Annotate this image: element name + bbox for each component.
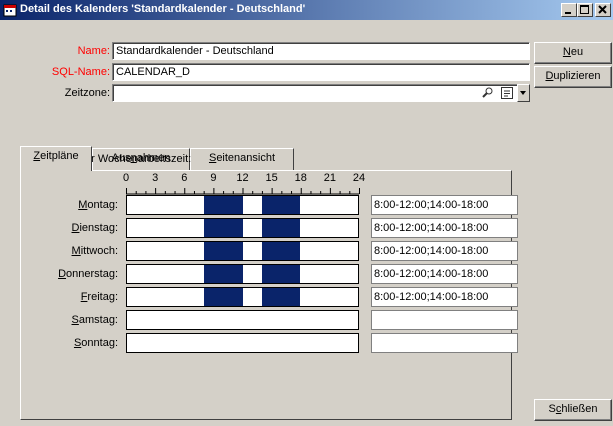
working-hours-block[interactable] <box>261 242 301 260</box>
ruler-hour-label: 21 <box>323 172 336 184</box>
working-hours-block[interactable] <box>261 219 301 237</box>
day-label: Sonntag: <box>48 336 118 350</box>
day-label: Samstag: <box>48 313 118 327</box>
day-label-text: onntag: <box>81 337 118 349</box>
close-icon <box>598 5 607 14</box>
working-hours-block[interactable] <box>204 288 243 306</box>
day-time-field[interactable]: 8:00-12:00;14:00-18:00 <box>371 287 518 307</box>
working-hours-block[interactable] <box>261 288 301 306</box>
day-time-field[interactable]: 8:00-12:00;14:00-18:00 <box>371 241 518 261</box>
day-label: Montag: <box>48 198 118 212</box>
minimize-icon <box>565 12 571 14</box>
tab-page-view[interactable]: Seitenansicht <box>190 148 294 170</box>
day-label-mnemonic: D <box>58 268 67 280</box>
working-hours-block[interactable] <box>261 265 301 283</box>
day-label-text: ienstag: <box>79 222 118 234</box>
timezone-label: Zeitzone: <box>64 87 110 99</box>
ruler-hour-label: 12 <box>236 172 249 184</box>
working-hours-block[interactable] <box>204 219 243 237</box>
ruler-hour-label: 9 <box>210 172 217 184</box>
day-label-text: ittwoch: <box>80 245 118 257</box>
new-button-mnemonic: N <box>562 46 571 58</box>
ruler-hour-label: 18 <box>294 172 307 184</box>
tab-schedules-label: eitpläne <box>40 150 79 162</box>
close-window-button[interactable] <box>595 3 611 17</box>
ruler-hour-label: 15 <box>265 172 278 184</box>
day-time-field[interactable] <box>371 333 518 353</box>
working-hours-block[interactable] <box>204 196 243 214</box>
detail-button[interactable] <box>500 86 514 100</box>
zoom-button[interactable] <box>481 86 495 100</box>
name-label: Name: <box>77 45 110 57</box>
sql-name-field[interactable]: CALENDAR_D <box>112 63 530 81</box>
magnifier-icon <box>482 87 493 98</box>
minimize-button[interactable] <box>561 3 577 17</box>
day-schedule-bar[interactable] <box>126 310 359 330</box>
day-time-field[interactable]: 8:00-12:00;14:00-18:00 <box>371 264 518 284</box>
day-label: Dienstag: <box>48 221 118 235</box>
working-hours-block[interactable] <box>204 242 243 260</box>
maximize-button[interactable] <box>577 3 593 17</box>
ruler-hour-label: 3 <box>152 172 159 184</box>
working-hours-block[interactable] <box>261 196 301 214</box>
day-schedule-bar[interactable] <box>126 241 359 261</box>
sql-name-value: CALENDAR_D <box>116 66 190 78</box>
day-label: Freitag: <box>48 290 118 304</box>
list-detail-icon <box>501 87 513 99</box>
close-button-label: hließen <box>561 403 598 415</box>
day-time-field[interactable]: 8:00-12:00;14:00-18:00 <box>371 195 518 215</box>
day-label-mnemonic: M <box>71 245 81 257</box>
day-time-field[interactable]: 8:00-12:00;14:00-18:00 <box>371 218 518 238</box>
name-value: Standardkalender - Deutschland <box>116 45 274 57</box>
ruler-hour-label: 24 <box>352 172 366 184</box>
sql-name-label: SQL-Name: <box>51 66 110 78</box>
day-label: Donnerstag: <box>48 267 118 281</box>
chevron-down-icon <box>520 91 526 95</box>
day-label-text: amstag: <box>78 314 118 326</box>
new-button-label: eu <box>570 46 584 58</box>
day-time-field[interactable] <box>371 310 518 330</box>
calendar-app-icon <box>3 4 17 17</box>
day-label-text: ontag: <box>87 199 118 211</box>
duplicate-button[interactable]: Duplizieren <box>534 66 612 88</box>
tab-schedules[interactable]: Zeitpläne <box>20 146 92 171</box>
duplicate-button-label: uplizieren <box>553 70 601 82</box>
timezone-field[interactable] <box>112 84 518 102</box>
close-button[interactable]: Schließen <box>534 399 612 421</box>
ruler-hour-label: 0 <box>122 172 130 184</box>
day-label-mnemonic: S <box>71 314 79 326</box>
ruler-hour-label: 6 <box>181 172 188 184</box>
day-label-text: onnerstag: <box>66 268 118 280</box>
working-hours-block[interactable] <box>204 265 243 283</box>
day-schedule-bar[interactable] <box>126 333 359 353</box>
day-label: Mittwoch: <box>48 244 118 258</box>
tab-page-view-label: eitenansicht <box>216 152 276 164</box>
day-schedule-bar[interactable] <box>126 195 359 215</box>
window-title: Detail des Kalenders 'Standardkalender -… <box>20 3 306 15</box>
day-label-text: reitag: <box>87 291 118 303</box>
new-button[interactable]: Neu <box>534 42 612 64</box>
close-button-prefix: S <box>548 403 556 415</box>
day-schedule-bar[interactable] <box>126 218 359 238</box>
day-schedule-bar[interactable] <box>126 264 359 284</box>
title-bar[interactable]: Detail des Kalenders 'Standardkalender -… <box>0 0 613 20</box>
day-schedule-bar[interactable] <box>126 287 359 307</box>
maximize-icon <box>580 5 589 14</box>
name-field[interactable]: Standardkalender - Deutschland <box>112 42 530 60</box>
timezone-dropdown-button[interactable] <box>517 84 530 102</box>
